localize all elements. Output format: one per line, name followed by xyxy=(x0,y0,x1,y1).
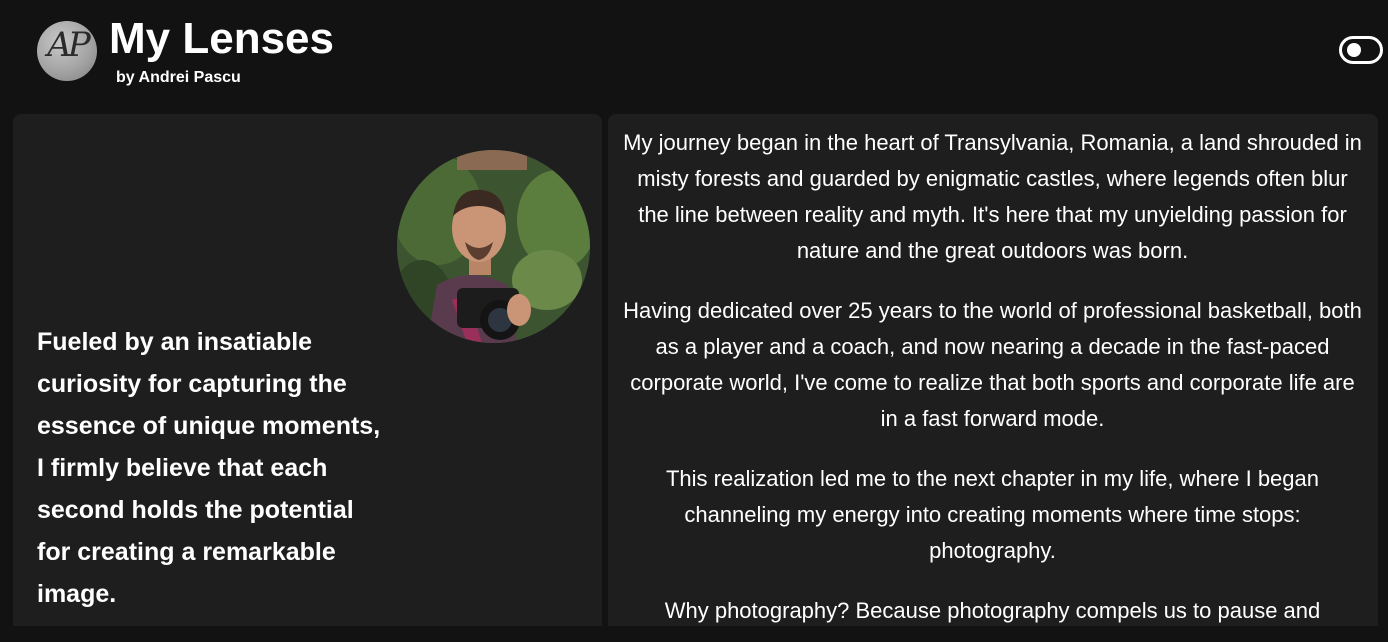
site-header: AP My Lenses by Andrei Pascu xyxy=(0,0,1388,112)
theme-toggle-switch[interactable] xyxy=(1339,36,1383,64)
site-byline: by Andrei Pascu xyxy=(116,69,241,86)
logo-monogram: AP xyxy=(47,25,90,65)
page-bottom-edge xyxy=(0,626,1388,642)
bio-paragraph: Having dedicated over 25 years to the wo… xyxy=(623,298,1362,431)
site-logo[interactable]: AP xyxy=(37,21,97,81)
site-title[interactable]: My Lenses xyxy=(109,14,334,64)
bio-text: My journey began in the heart of Transyl… xyxy=(620,125,1365,634)
toggle-knob xyxy=(1347,43,1361,57)
profile-photo-illustration xyxy=(397,150,590,343)
bio-paragraph: Why photography? Because photography com… xyxy=(664,598,1321,623)
profile-photo xyxy=(397,150,590,343)
intro-tagline: Fueled by an insatiable curiosity for ca… xyxy=(37,328,381,608)
bio-paragraph: My journey began in the heart of Transyl… xyxy=(623,130,1362,263)
bio-card: My journey began in the heart of Transyl… xyxy=(608,114,1378,634)
bio-paragraph: This realization led me to the next chap… xyxy=(665,466,1319,563)
intro-card: Fueled by an insatiable curiosity for ca… xyxy=(13,114,602,634)
